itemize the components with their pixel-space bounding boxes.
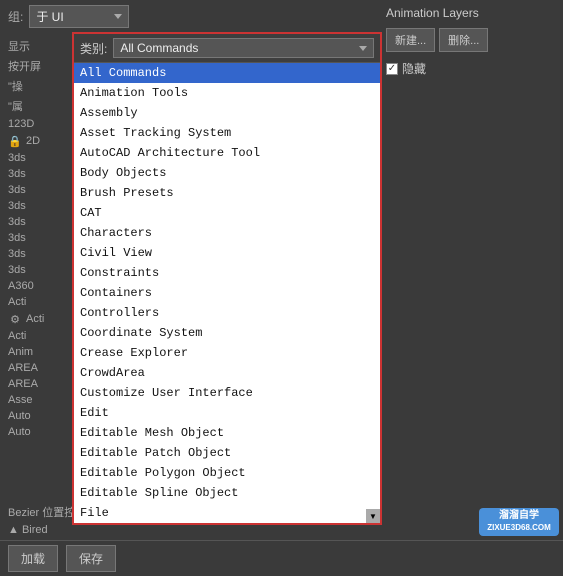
dropdown-item[interactable]: Asset Tracking System <box>74 123 380 143</box>
list-item-label: Acti <box>8 296 26 308</box>
list-item-label: 3ds <box>8 152 26 164</box>
dropdown-item[interactable]: Customize User Interface <box>74 383 380 403</box>
list-item-label: Anim <box>8 346 33 358</box>
group-select[interactable]: 于 UI <box>29 5 129 28</box>
animation-layers-title: Animation Layers <box>386 6 555 20</box>
dropdown-item[interactable]: Crease Explorer <box>74 343 380 363</box>
list-item-label: Acti <box>8 330 26 342</box>
dropdown-list[interactable]: All CommandsAnimation ToolsAssemblyAsset… <box>74 63 380 523</box>
dropdown-item[interactable]: Animation Tools <box>74 83 380 103</box>
list-item-label: 3ds <box>8 216 26 228</box>
list-item-label: 3ds <box>8 168 26 180</box>
main-content: 显示按开屏"操"属123D🔒2D3ds3ds3ds3ds3ds3ds3ds3ds… <box>0 32 563 576</box>
bottom-bar: 加载 保存 <box>0 540 563 576</box>
category-label: 类别: <box>80 40 107 57</box>
category-dropdown: 类别: All Commands All CommandsAnimation T… <box>72 32 382 525</box>
group-select-value: 于 UI <box>36 8 108 25</box>
dropdown-item[interactable]: Editable Polygon Object <box>74 463 380 483</box>
add-button[interactable]: 加载 <box>8 545 58 572</box>
list-item-label: 3ds <box>8 248 26 260</box>
save-button[interactable]: 保存 <box>66 545 116 572</box>
watermark-line2: ZIXUE3D68.COM <box>487 523 551 532</box>
list-item-label: Auto <box>8 410 31 422</box>
dropdown-item[interactable]: All Commands <box>74 63 380 83</box>
list-item-label: Auto <box>8 426 31 438</box>
list-item-label: A360 <box>8 280 34 292</box>
dropdown-item[interactable]: Characters <box>74 223 380 243</box>
dropdown-item[interactable]: AutoCAD Architecture Tool <box>74 143 380 163</box>
list-item-label: 3ds <box>8 184 26 196</box>
watermark-line1: 溜溜自学 <box>499 510 539 521</box>
dropdown-item[interactable]: Constraints <box>74 263 380 283</box>
category-dropdown-arrow-icon <box>359 46 367 51</box>
category-select[interactable]: All Commands <box>113 38 374 58</box>
list-item-label: 按开屏 <box>8 61 41 73</box>
dropdown-item[interactable]: Edit <box>74 403 380 423</box>
category-select-value: All Commands <box>120 41 353 55</box>
dropdown-item[interactable]: Editable Patch Object <box>74 443 380 463</box>
list-item-label: 2D <box>26 135 40 147</box>
list-item-label: 3ds <box>8 200 26 212</box>
dropdown-item[interactable]: CAT <box>74 203 380 223</box>
dropdown-item[interactable]: Brush Presets <box>74 183 380 203</box>
list-item-label: 3ds <box>8 232 26 244</box>
scroll-down-icon[interactable]: ▼ <box>366 509 380 523</box>
group-dropdown-arrow-icon <box>114 14 122 19</box>
list-item-label: 3ds <box>8 264 26 276</box>
list-item-label: 123D <box>8 118 34 130</box>
dropdown-item[interactable]: Body Objects <box>74 163 380 183</box>
list-item-label: "属 <box>8 101 23 113</box>
watermark: 溜溜自学 ZIXUE3D68.COM <box>479 508 559 536</box>
dropdown-item[interactable]: Controllers <box>74 303 380 323</box>
dropdown-item[interactable]: File <box>74 503 380 523</box>
list-item-label: Acti <box>26 313 44 325</box>
dropdown-item[interactable]: Civil View <box>74 243 380 263</box>
list-item-label: 显示 <box>8 41 30 53</box>
group-label: 组: <box>8 8 23 25</box>
gear-icon: ⚙ <box>8 312 22 326</box>
dropdown-item[interactable]: CrowdArea <box>74 363 380 383</box>
category-row: 类别: All Commands <box>74 34 380 63</box>
lock-icon: 🔒 <box>8 134 22 148</box>
list-item-label: Asse <box>8 394 32 406</box>
list-item-label: "操 <box>8 81 23 93</box>
dropdown-item[interactable]: Containers <box>74 283 380 303</box>
dropdown-item[interactable]: Editable Spline Object <box>74 483 380 503</box>
dropdown-item[interactable]: Assembly <box>74 103 380 123</box>
list-item-label: AREA <box>8 378 38 390</box>
list-item-label: AREA <box>8 362 38 374</box>
dropdown-item[interactable]: Coordinate System <box>74 323 380 343</box>
group-row: 组: 于 UI Animation Layers 新建... 删除... ✓ 隐… <box>0 0 563 32</box>
dropdown-item[interactable]: Editable Mesh Object <box>74 423 380 443</box>
